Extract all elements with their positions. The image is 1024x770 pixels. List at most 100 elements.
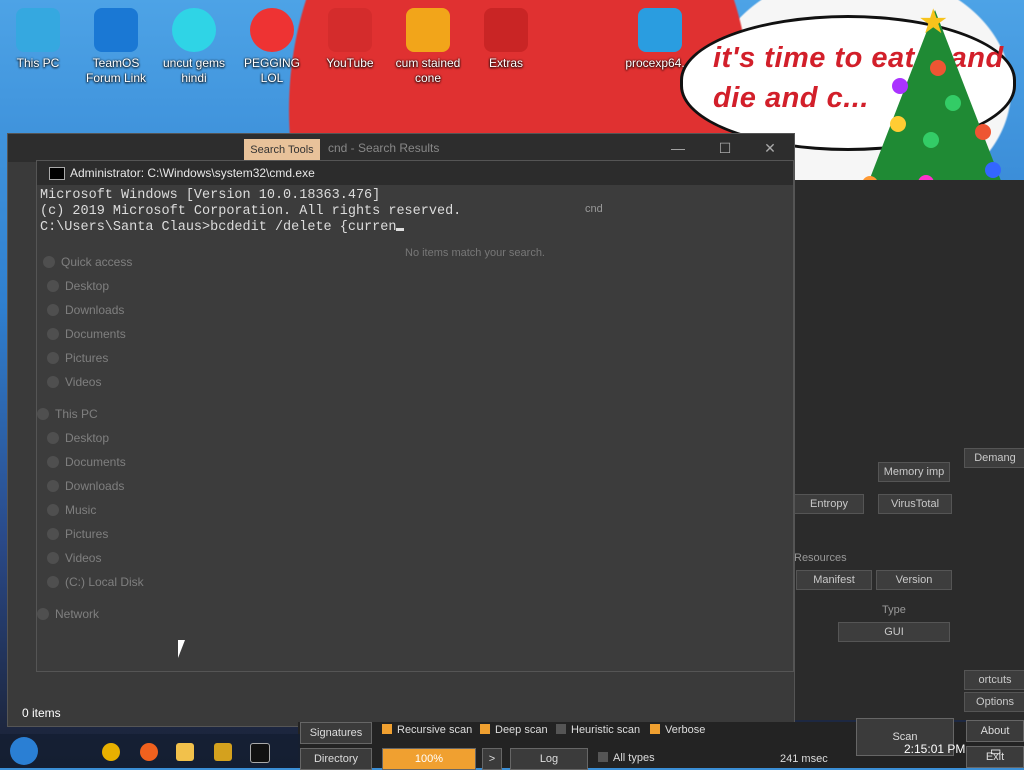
progress-bar: 100% bbox=[382, 748, 476, 770]
nav-music[interactable]: Music bbox=[65, 503, 96, 517]
heuristic-scan-checkbox[interactable]: Heuristic scan bbox=[556, 724, 640, 736]
directory-button[interactable]: Directory bbox=[300, 748, 372, 770]
nav-downloads[interactable]: Downloads bbox=[65, 303, 124, 317]
desktop-icon-this-pc[interactable]: This PC bbox=[0, 8, 76, 71]
desktop-icon-label: PEGGING LOL bbox=[243, 56, 300, 85]
minimize-icon[interactable]: — bbox=[663, 139, 693, 157]
checkbox-label: Recursive scan bbox=[397, 724, 473, 736]
ornament-icon bbox=[975, 124, 991, 140]
desktop-icon-uncut-gems[interactable]: uncut gems hindi bbox=[156, 8, 232, 86]
cmd-titlebar: Administrator: C:\Windows\system32\cmd.e… bbox=[37, 161, 793, 185]
chrome-icon[interactable] bbox=[102, 743, 120, 761]
ornament-icon bbox=[930, 60, 946, 76]
star-icon bbox=[43, 256, 55, 268]
computer-icon bbox=[16, 8, 60, 52]
options-button[interactable]: Options bbox=[964, 692, 1024, 712]
cone-icon bbox=[406, 8, 450, 52]
folder-icon bbox=[47, 456, 59, 468]
desktop-icon-label: TeamOS Forum Link bbox=[85, 56, 147, 85]
nav-pc-videos[interactable]: Videos bbox=[65, 551, 101, 565]
desktop-icon-teamos[interactable]: TeamOS Forum Link bbox=[78, 8, 154, 86]
app-icon[interactable] bbox=[214, 743, 232, 761]
checkbox-label: All types bbox=[613, 752, 655, 764]
close-icon[interactable]: ✕ bbox=[755, 139, 785, 157]
text-cursor bbox=[396, 228, 405, 231]
verbose-checkbox[interactable]: Verbose bbox=[650, 724, 705, 736]
virustotal-button[interactable]: VirusTotal bbox=[878, 494, 952, 514]
desktop-icon-extras[interactable]: Extras bbox=[468, 8, 544, 71]
folder-icon[interactable] bbox=[176, 743, 194, 761]
cmd-line: (c) 2019 Microsoft Corporation. All righ… bbox=[40, 204, 462, 219]
log-button[interactable]: Log bbox=[510, 748, 588, 770]
nav-documents[interactable]: Documents bbox=[65, 327, 126, 341]
taskbar bbox=[0, 734, 300, 768]
checkbox-label: Heuristic scan bbox=[571, 724, 641, 736]
ornament-icon bbox=[890, 116, 906, 132]
folder-icon bbox=[47, 528, 59, 540]
firefox-icon[interactable] bbox=[140, 743, 158, 761]
cmd-window: Administrator: C:\Windows\system32\cmd.e… bbox=[36, 160, 794, 672]
demangle-button[interactable]: Demang bbox=[964, 448, 1024, 468]
folder-icon bbox=[47, 280, 59, 292]
no-results-text: No items match your search. bbox=[405, 247, 545, 259]
next-button[interactable]: > bbox=[482, 748, 502, 770]
version-button[interactable]: Version bbox=[876, 570, 952, 590]
folder-icon bbox=[47, 304, 59, 316]
nav-pc-downloads[interactable]: Downloads bbox=[65, 479, 124, 493]
folder-icon bbox=[47, 376, 59, 388]
checkbox-label: Deep scan bbox=[495, 724, 548, 736]
desktop-icon-label: YouTube bbox=[326, 56, 374, 70]
shortcuts-button[interactable]: ortcuts bbox=[964, 670, 1024, 690]
desktop-icon-youtube[interactable]: YouTube bbox=[312, 8, 388, 71]
entropy-button[interactable]: Entropy bbox=[794, 494, 864, 514]
magnifier-icon bbox=[638, 8, 682, 52]
nav-videos[interactable]: Videos bbox=[65, 375, 101, 389]
notification-icon[interactable]: ▭ bbox=[990, 744, 1001, 758]
desktop-icon-pegging[interactable]: PEGGING LOL bbox=[234, 8, 310, 86]
cmd-prompt-line: C:\Users\Santa Claus>bcdedit /delete {cu… bbox=[40, 220, 397, 235]
memory-imp-button[interactable]: Memory imp bbox=[878, 462, 950, 482]
ornament-icon bbox=[985, 162, 1001, 178]
desktop-icon-label: This PC bbox=[16, 56, 60, 70]
explorer-titlebar: Search Tools cnd - Search Results — ☐ ✕ bbox=[8, 134, 794, 162]
checkbox-label: Verbose bbox=[665, 724, 706, 736]
folder-icon bbox=[47, 328, 59, 340]
resources-label: Resources bbox=[794, 552, 847, 564]
deep-scan-checkbox[interactable]: Deep scan bbox=[480, 724, 548, 736]
angry-bird-icon bbox=[328, 8, 372, 52]
cmd-line: Microsoft Windows [Version 10.0.18363.47… bbox=[40, 188, 381, 203]
network-icon bbox=[37, 608, 49, 620]
nav-local-disk[interactable]: (C:) Local Disk bbox=[65, 575, 144, 589]
nav-pc-documents[interactable]: Documents bbox=[65, 455, 126, 469]
nav-this-pc[interactable]: This PC bbox=[55, 407, 98, 421]
type-label: Type bbox=[882, 604, 906, 616]
recursive-scan-checkbox[interactable]: Recursive scan bbox=[382, 724, 472, 736]
scanner-app-window: Memory imp Entropy VirusTotal Resources … bbox=[790, 180, 1024, 720]
mouse-cursor-icon bbox=[178, 640, 185, 658]
signatures-button[interactable]: Signatures bbox=[300, 722, 372, 744]
diamond-icon bbox=[172, 8, 216, 52]
nav-desktop[interactable]: Desktop bbox=[65, 279, 109, 293]
search-input[interactable]: cnd bbox=[585, 203, 603, 215]
letter-p-icon bbox=[250, 8, 294, 52]
tab-search-tools[interactable]: Search Tools bbox=[244, 139, 320, 161]
nav-pc-desktop[interactable]: Desktop bbox=[65, 431, 109, 445]
nav-network[interactable]: Network bbox=[55, 607, 99, 621]
star-icon: ★ bbox=[918, 3, 949, 41]
nav-quick-access[interactable]: Quick access bbox=[61, 255, 132, 269]
scan-time: 241 msec bbox=[780, 753, 828, 765]
cmd-taskbar-icon[interactable] bbox=[250, 743, 270, 763]
folder-icon bbox=[47, 552, 59, 564]
cmd-output[interactable]: Microsoft Windows [Version 10.0.18363.47… bbox=[40, 188, 461, 236]
nav-pc-pictures[interactable]: Pictures bbox=[65, 527, 108, 541]
manifest-button[interactable]: Manifest bbox=[796, 570, 872, 590]
nav-pictures[interactable]: Pictures bbox=[65, 351, 108, 365]
all-types-checkbox[interactable]: All types bbox=[598, 752, 655, 764]
gear-icon bbox=[94, 8, 138, 52]
about-button[interactable]: About bbox=[966, 720, 1024, 742]
desktop-icon-label: uncut gems hindi bbox=[162, 56, 226, 85]
desktop-icon-cone[interactable]: cum stained cone bbox=[390, 8, 466, 86]
start-button-icon[interactable] bbox=[10, 737, 38, 765]
gui-field: GUI bbox=[838, 622, 950, 642]
maximize-icon[interactable]: ☐ bbox=[710, 139, 740, 157]
